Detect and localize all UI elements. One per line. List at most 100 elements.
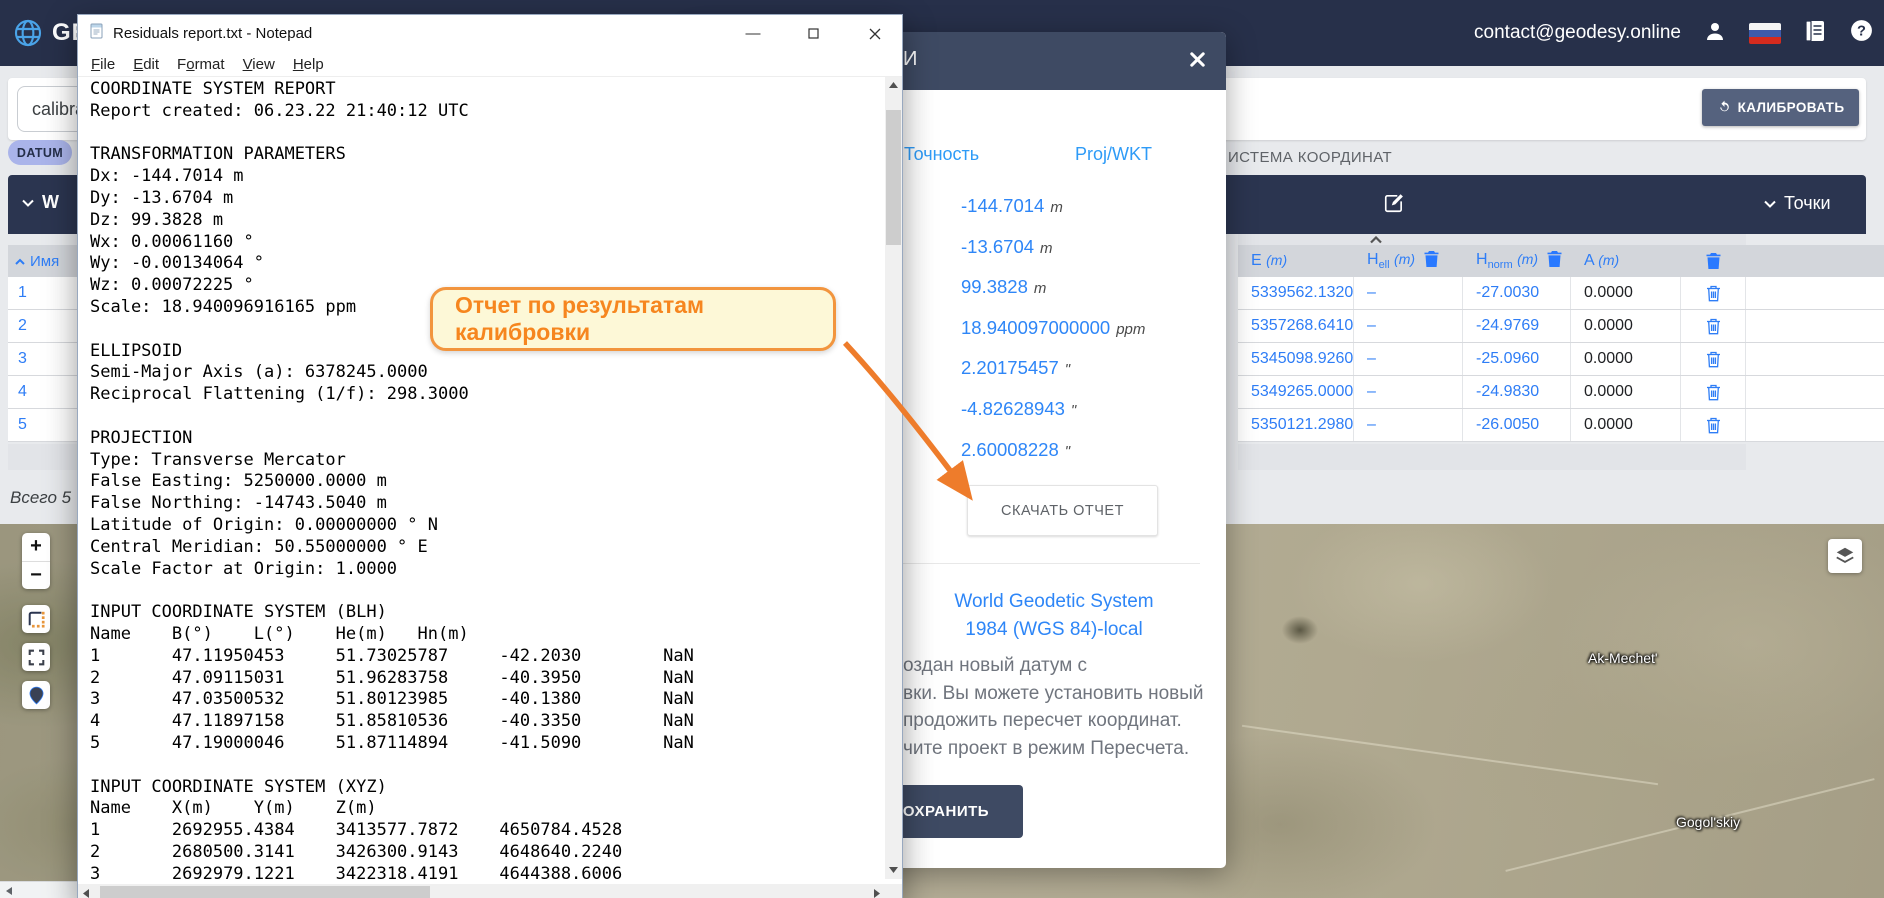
add-point-strip: +: [1238, 444, 1746, 470]
notepad-window: Residuals report.txt - Notepad — FileEdi…: [77, 14, 903, 898]
name-column-header[interactable]: Имя: [8, 245, 77, 277]
svg-text:?: ?: [1857, 24, 1866, 40]
sort-ascending-icon: [15, 258, 25, 265]
delete-row-icon[interactable]: [1681, 343, 1746, 375]
map-road: [1242, 725, 1658, 785]
chevron-down-icon: [22, 199, 34, 207]
notepad-icon: [89, 23, 105, 44]
menu-edit[interactable]: Edit: [124, 56, 168, 73]
journal-icon[interactable]: [1803, 19, 1827, 48]
notepad-text-area[interactable]: COORDINATE SYSTEM REPORT Report created:…: [78, 77, 885, 879]
tab-proj-wkt[interactable]: Proj/WKT: [1075, 144, 1152, 165]
divider: [870, 563, 1200, 564]
scroll-down-icon[interactable]: [889, 865, 898, 876]
modal-description: оздан новый датум с вки. Вы можете устан…: [903, 652, 1204, 762]
left-table-strip: [8, 444, 77, 470]
scrollbar-thumb[interactable]: [100, 886, 430, 898]
tab-accuracy[interactable]: Точность: [904, 144, 979, 165]
download-report-button[interactable]: СКАЧАТЬ ОТЧЕТ: [967, 485, 1158, 536]
annotation-tooltip: Отчет по результатам калибровки: [430, 287, 836, 351]
point-row: 5349265.0000–-24.98300.0000: [1238, 376, 1884, 409]
point-row: 5345098.9260–-25.09600.0000: [1238, 343, 1884, 376]
scroll-left-icon[interactable]: [5, 886, 13, 896]
points-dropdown[interactable]: Точки: [1764, 193, 1831, 214]
datum-link[interactable]: World Geodetic System 1984 (WGS 84)-loca…: [904, 588, 1204, 644]
user-icon[interactable]: [1703, 19, 1727, 48]
window-title: Residuals report.txt - Notepad: [113, 25, 312, 42]
account-email[interactable]: contact@geodesy.online: [1474, 22, 1681, 44]
point-row: 5357268.6410–-24.97690.0000: [1238, 310, 1884, 343]
minimize-button[interactable]: —: [730, 15, 776, 52]
close-icon[interactable]: [1188, 50, 1207, 74]
calibrate-button[interactable]: КАЛИБРОВАТЬ: [1702, 89, 1859, 126]
menu-file[interactable]: File: [82, 56, 124, 73]
scroll-up-icon[interactable]: [889, 80, 898, 91]
coordinate-system-label: ИСТЕМА КООРДИНАТ: [1228, 149, 1392, 166]
column-header[interactable]: Hnorm (m): [1463, 245, 1571, 277]
calibration-value: -144.7014m: [961, 195, 1145, 236]
marker-button[interactable]: [22, 681, 50, 709]
name-row[interactable]: 1: [8, 277, 77, 310]
menu-help[interactable]: Help: [284, 56, 333, 73]
delete-row-icon[interactable]: [1681, 310, 1746, 342]
menu-view[interactable]: View: [234, 56, 284, 73]
points-table: E (m)Hell (m)Hnorm (m)A (m) 5339562.1320…: [1238, 245, 1884, 442]
points-table-header: E (m)Hell (m)Hnorm (m)A (m): [1238, 245, 1884, 277]
app-screen: GEO contact@geodesy.online ? КАЛИБРОВАТЬ…: [0, 0, 1884, 898]
name-row[interactable]: 2: [8, 310, 77, 343]
rectangle-select-button[interactable]: [22, 605, 50, 633]
notepad-menubar: FileEditFormatViewHelp: [78, 52, 902, 77]
map-place-label: Gogol'skiy: [1676, 814, 1740, 830]
delete-column-icon[interactable]: [1546, 250, 1563, 273]
zoom-in-button[interactable]: +: [22, 533, 50, 562]
zoom-out-button[interactable]: −: [22, 562, 50, 590]
name-row[interactable]: 4: [8, 376, 77, 409]
scroll-right-icon[interactable]: [874, 889, 880, 898]
name-row[interactable]: 3: [8, 343, 77, 376]
notepad-horizontal-scrollbar[interactable]: [78, 884, 885, 898]
name-table-body: 12345: [8, 277, 77, 442]
column-header[interactable]: Hell (m): [1354, 245, 1463, 277]
map-zoom-control: + −: [22, 533, 50, 589]
calibration-value: 2.20175457": [961, 357, 1145, 398]
globe-icon: [12, 17, 44, 49]
close-window-button[interactable]: [848, 15, 902, 52]
menu-format[interactable]: Format: [168, 56, 234, 73]
delete-all-icon[interactable]: [1681, 245, 1746, 277]
delete-row-icon[interactable]: [1681, 409, 1746, 441]
column-header[interactable]: A (m): [1571, 245, 1681, 277]
calibration-value: -4.82628943": [961, 398, 1145, 439]
layers-button[interactable]: [1828, 539, 1862, 573]
total-count-label: Всего 5: [10, 488, 71, 508]
help-icon[interactable]: ?: [1849, 18, 1874, 48]
notepad-titlebar[interactable]: Residuals report.txt - Notepad —: [78, 15, 902, 52]
notepad-vertical-scrollbar[interactable]: [885, 77, 902, 879]
map-place-label: Ak-Mechet': [1588, 650, 1658, 666]
datum-badge: DATUM: [8, 140, 72, 165]
delete-column-icon[interactable]: [1423, 250, 1440, 273]
points-table-body: 5339562.1320–-27.00300.00005357268.6410–…: [1238, 277, 1884, 442]
point-row: 5350121.2980–-26.00500.0000: [1238, 409, 1884, 442]
calibration-value: -13.6704m: [961, 236, 1145, 277]
datum-dropdown[interactable]: W: [22, 192, 59, 213]
column-header[interactable]: E (m): [1238, 245, 1354, 277]
edit-icon[interactable]: [1383, 192, 1405, 219]
language-flag-russian[interactable]: [1749, 23, 1781, 44]
delete-row-icon[interactable]: [1681, 277, 1746, 309]
scroll-left-icon[interactable]: [83, 889, 89, 898]
name-row[interactable]: 5: [8, 409, 77, 442]
calibration-value: 2.60008228": [961, 439, 1145, 480]
delete-row-icon[interactable]: [1681, 376, 1746, 408]
names-table: Имя 12345: [8, 245, 77, 442]
point-row: 5339562.1320–-27.00300.0000: [1238, 277, 1884, 310]
calibration-value: 99.3828m: [961, 276, 1145, 317]
scrollbar-thumb[interactable]: [886, 110, 901, 245]
chevron-down-icon: [1764, 200, 1776, 208]
modal-title: И: [903, 48, 917, 71]
chevron-up-icon: [1370, 236, 1382, 244]
fullscreen-button[interactable]: [22, 643, 50, 671]
calibration-values: -144.7014m-13.6704m99.3828m18.9400970000…: [961, 195, 1145, 479]
maximize-button[interactable]: [790, 15, 836, 52]
report-text: COORDINATE SYSTEM REPORT Report created:…: [78, 77, 885, 879]
collapse-table-strip[interactable]: [1238, 234, 1746, 245]
